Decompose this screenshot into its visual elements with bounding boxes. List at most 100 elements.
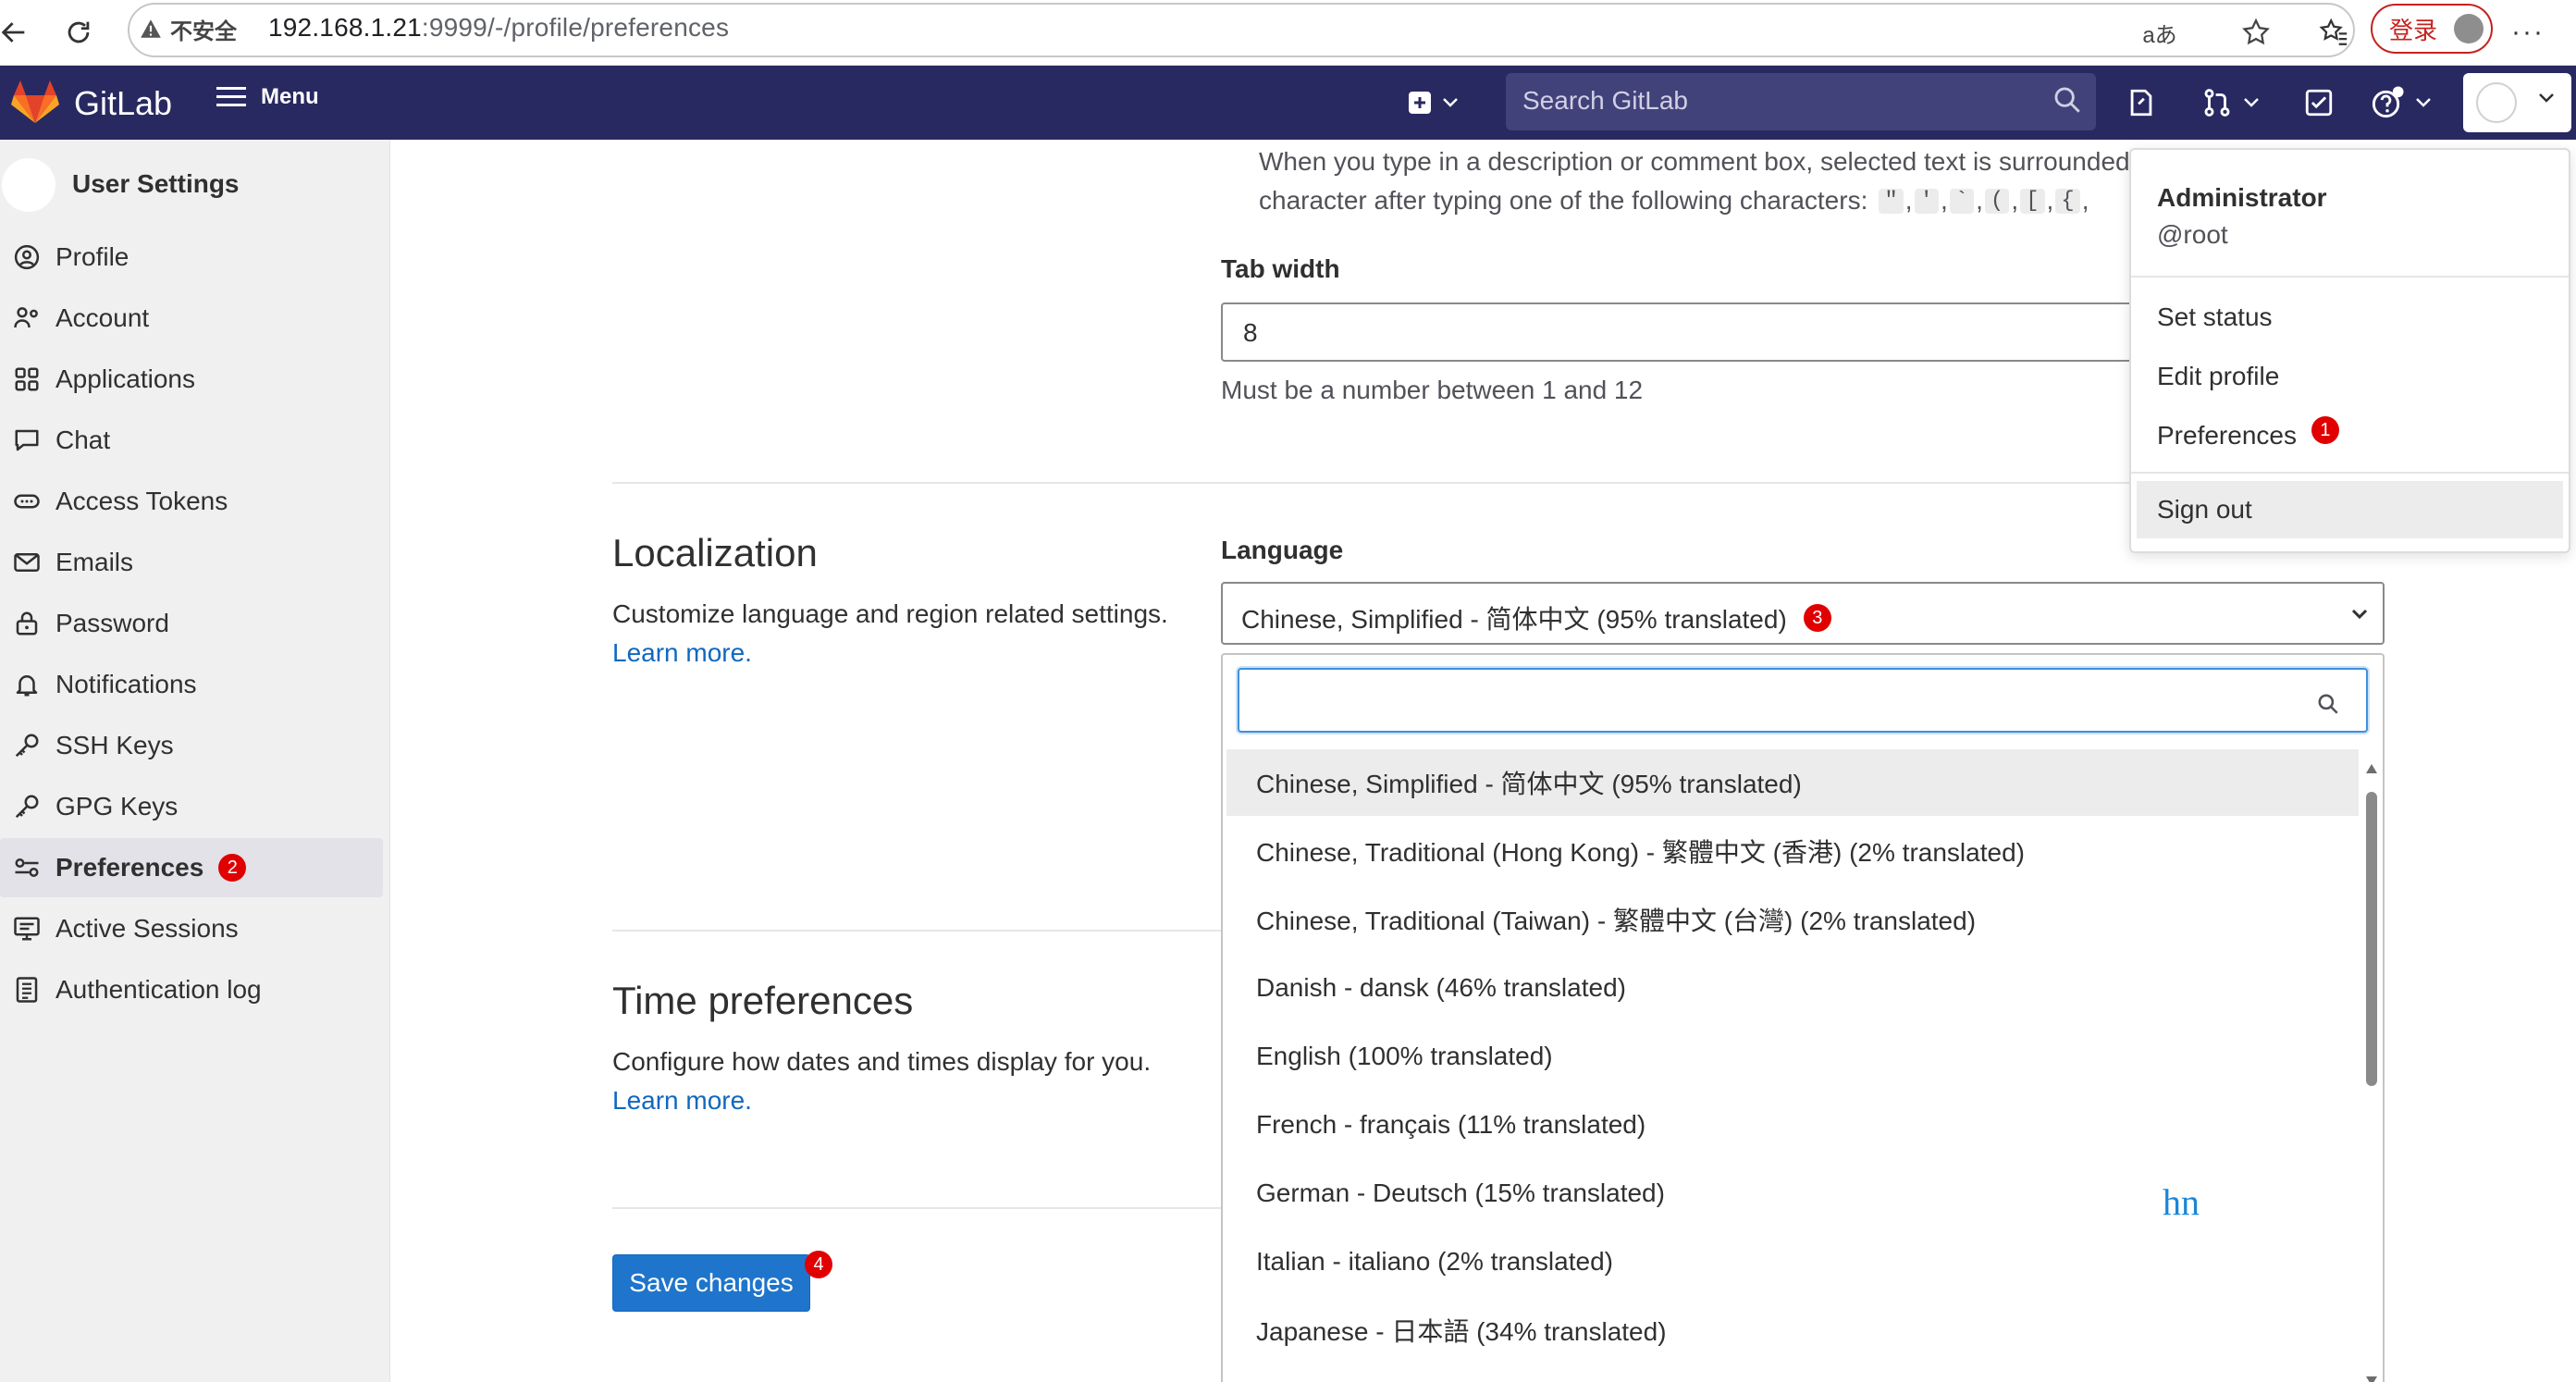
chevron-down-icon	[2349, 604, 2370, 629]
language-option[interactable]: Italian - italiano (2% translated)	[1226, 1228, 2359, 1295]
back-arrow-icon[interactable]	[0, 9, 37, 56]
help-dropdown[interactable]	[2370, 82, 2433, 123]
sidebar-item-label: Chat	[55, 426, 111, 454]
url-text[interactable]: 192.168.1.21:9999/-/profile/preferences	[268, 13, 729, 43]
help-icon	[2372, 86, 2404, 118]
localization-learn-more-link[interactable]: Learn more.	[612, 638, 752, 668]
annotation-badge: 3	[1803, 604, 1831, 632]
sidebar-item-password[interactable]: Password	[0, 594, 383, 653]
brand-name[interactable]: GitLab	[74, 84, 172, 123]
user-menu-button[interactable]	[2463, 73, 2571, 132]
bell-icon	[16, 675, 38, 697]
new-item-dropdown[interactable]	[1408, 82, 1460, 123]
language-select-value: Chinese, Simplified - 简体中文 (95% translat…	[1241, 599, 1831, 636]
warning-icon	[141, 19, 161, 38]
dropdown-scrollbar[interactable]	[2362, 762, 2381, 1382]
hamburger-icon	[216, 87, 246, 106]
key-icon	[15, 734, 39, 758]
menu-item-set-status[interactable]: Set status	[2131, 289, 2569, 346]
tab-width-help: Must be a number between 1 and 12	[1221, 376, 1644, 404]
sidebar-item-ssh-keys[interactable]: SSH Keys	[0, 716, 383, 775]
menu-item-label: Sign out	[2157, 495, 2252, 524]
scroll-down-icon[interactable]	[2364, 1375, 2379, 1382]
sidebar-item-label: Profile	[55, 242, 129, 271]
translate-icon[interactable]: aあ	[2137, 9, 2183, 56]
sidebar-item-label: Access Tokens	[55, 487, 228, 515]
localization-title: Localization	[612, 531, 818, 574]
sidebar-title: User Settings	[72, 169, 240, 198]
log-icon	[16, 977, 38, 1003]
sidebar-item-chat[interactable]: Chat	[0, 411, 383, 470]
applications-icon	[15, 367, 39, 391]
sidebar-item-applications[interactable]: Applications	[0, 350, 383, 409]
language-select[interactable]: Chinese, Simplified - 简体中文 (95% translat…	[1221, 582, 2385, 645]
sidebar-item-label: Active Sessions	[55, 914, 239, 943]
sidebar-item-notifications[interactable]: Notifications	[0, 655, 383, 714]
chevron-down-icon	[2416, 98, 2431, 107]
user-handle: @root	[2157, 220, 2228, 249]
browser-toolbar: 不安全 192.168.1.21:9999/-/profile/preferen…	[0, 0, 2576, 66]
security-indicator[interactable]: 不安全	[139, 11, 237, 46]
sidebar-item-gpg-keys[interactable]: GPG Keys	[0, 777, 383, 836]
search-bar[interactable]: Search GitLab	[1506, 73, 2096, 130]
monitor-icon	[14, 917, 40, 941]
key-icon	[15, 795, 39, 819]
login-label: 登录	[2389, 16, 2438, 44]
language-option[interactable]: Chinese, Simplified - 简体中文 (95% translat…	[1226, 749, 2359, 816]
plus-square-icon	[1409, 92, 1431, 114]
more-options-icon[interactable]: ···	[2505, 9, 2551, 56]
merge-requests-dropdown[interactable]	[2201, 82, 2261, 123]
language-option[interactable]: French - français (11% translated)	[1226, 1092, 2359, 1158]
annotation-badge: 4	[805, 1251, 832, 1278]
browser-login-button[interactable]: 登录	[2371, 4, 2493, 54]
menu-button[interactable]: Menu	[216, 84, 319, 110]
menu-item-sign-out[interactable]: Sign out	[2137, 481, 2563, 538]
favorites-icon[interactable]	[2311, 9, 2357, 56]
sidebar-item-preferences[interactable]: Preferences 2	[0, 838, 383, 897]
language-option[interactable]: Chinese, Traditional (Hong Kong) - 繁體中文 …	[1226, 818, 2359, 884]
search-icon	[2052, 84, 2083, 120]
menu-item-preferences[interactable]: Preferences 1	[2131, 407, 2569, 464]
language-dropdown: Chinese, Simplified - 简体中文 (95% translat…	[1221, 653, 2385, 1382]
sidebar-item-profile[interactable]: Profile	[0, 228, 383, 287]
menu-label: Menu	[261, 84, 319, 109]
language-option[interactable]: Chinese, Traditional (Taiwan) - 繁體中文 (台灣…	[1226, 886, 2359, 953]
sidebar-item-label: Password	[55, 609, 169, 637]
time-preferences-learn-more-link[interactable]: Learn more.	[612, 1086, 752, 1116]
sidebar-item-authentication-log[interactable]: Authentication log	[0, 960, 383, 1019]
star-icon[interactable]	[2233, 9, 2279, 56]
sidebar-item-active-sessions[interactable]: Active Sessions	[0, 899, 383, 958]
issues-icon[interactable]	[2126, 82, 2157, 123]
annotation-badge: 1	[2311, 416, 2339, 444]
watermark-text: hn	[2163, 1181, 2200, 1223]
page: 不安全 192.168.1.21:9999/-/profile/preferen…	[0, 0, 2576, 1382]
language-option[interactable]: Japanese - 日本語 (34% translated)	[1226, 1297, 2359, 1363]
scrollbar-thumb[interactable]	[2366, 792, 2377, 1086]
user-dropdown-menu: Administrator @root Set status Edit prof…	[2129, 148, 2570, 553]
save-changes-button[interactable]: Save changes	[612, 1254, 810, 1312]
sidebar-item-access-tokens[interactable]: Access Tokens	[0, 472, 383, 531]
browser-avatar-icon	[2454, 14, 2484, 43]
scroll-up-icon[interactable]	[2364, 762, 2379, 775]
language-option[interactable]: English (100% translated)	[1226, 1023, 2359, 1090]
gitlab-logo-icon[interactable]	[11, 80, 59, 130]
time-preferences-title: Time preferences	[612, 979, 914, 1022]
todos-icon[interactable]	[2303, 82, 2335, 123]
language-search-input[interactable]	[1238, 668, 2368, 733]
merge-request-icon	[2204, 89, 2230, 117]
behavior-description-line2: character after typing one of the follow…	[1259, 186, 2089, 215]
url-path: :9999/-/profile/preferences	[421, 13, 730, 42]
char-code: "	[1879, 188, 1904, 214]
language-option[interactable]: Danish - dansk (46% translated)	[1226, 955, 2359, 1021]
menu-item-edit-profile[interactable]: Edit profile	[2131, 348, 2569, 405]
sidebar-item-emails[interactable]: Emails	[0, 533, 383, 592]
selected-language: Chinese, Simplified - 简体中文 (95% translat…	[1241, 605, 1787, 634]
sidebar-item-account[interactable]: Account	[0, 289, 383, 348]
reload-icon[interactable]	[55, 9, 102, 56]
menu-divider	[2131, 276, 2569, 278]
chevron-down-icon	[1443, 98, 1458, 107]
section-divider	[612, 1207, 1221, 1209]
url-host: 192.168.1.21	[268, 13, 422, 42]
search-icon	[2316, 692, 2340, 721]
time-preferences-description: Configure how dates and times display fo…	[612, 1047, 1152, 1076]
